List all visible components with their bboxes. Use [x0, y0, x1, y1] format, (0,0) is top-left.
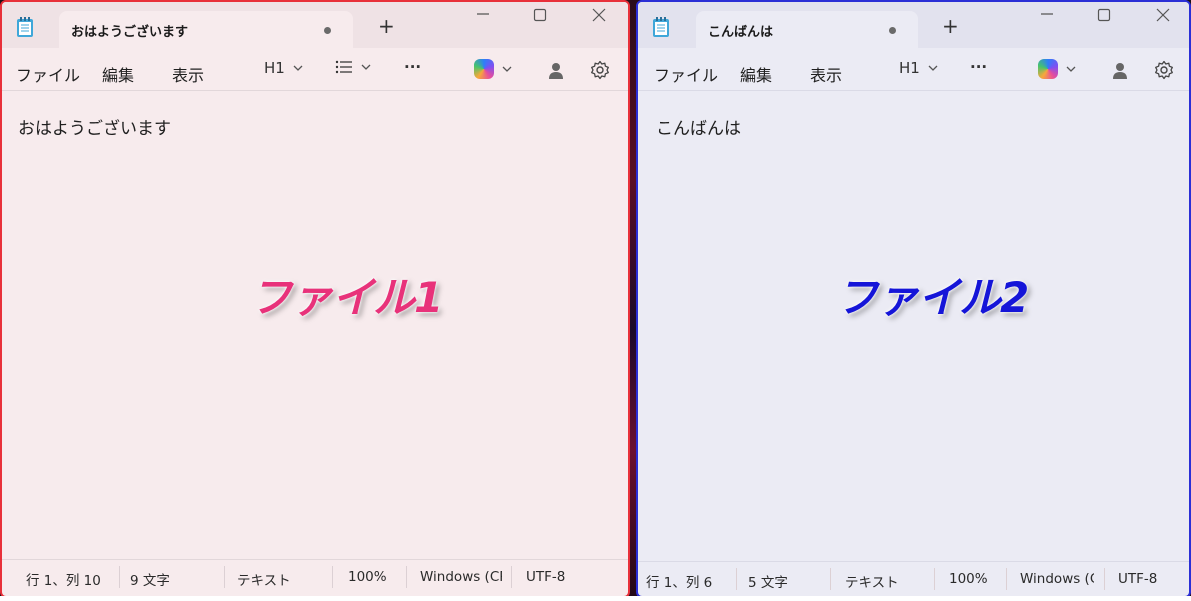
heading-dropdown[interactable]: H1 — [264, 59, 303, 77]
menu-bar: ファイル 編集 表示 H1 ··· — [638, 48, 1189, 91]
line-ending[interactable]: Windows (CR — [420, 569, 502, 585]
notepad-icon — [653, 17, 669, 37]
line-ending[interactable]: Windows (C — [1020, 571, 1094, 587]
separator — [224, 566, 225, 588]
close-button[interactable] — [1148, 6, 1178, 28]
menu-view[interactable]: 表示 — [810, 62, 842, 86]
char-count: 9 文字 — [130, 573, 170, 589]
separator — [830, 568, 831, 590]
tab-document[interactable]: こんばんは — [696, 11, 918, 48]
status-bar: 行 1、列 6 5 文字 テキスト 100% Windows (C UTF-8 — [638, 561, 1189, 596]
maximize-button[interactable] — [1089, 6, 1119, 28]
more-button[interactable]: ··· — [970, 58, 987, 76]
heading-label: H1 — [264, 59, 285, 77]
chevron-down-icon — [1066, 66, 1076, 72]
copilot-icon — [474, 59, 494, 79]
close-button[interactable] — [584, 6, 614, 28]
more-button[interactable]: ··· — [404, 58, 421, 76]
copilot-icon — [1038, 59, 1058, 79]
gear-icon[interactable] — [590, 60, 610, 80]
copilot-button[interactable] — [474, 59, 512, 79]
unsaved-dot-icon — [324, 27, 331, 34]
zoom-level[interactable]: 100% — [348, 569, 387, 585]
chevron-down-icon — [502, 66, 512, 72]
minimize-button[interactable] — [1032, 4, 1062, 26]
new-tab-button[interactable]: + — [942, 16, 959, 36]
encoding[interactable]: UTF-8 — [1118, 571, 1157, 587]
copilot-button[interactable] — [1038, 59, 1076, 79]
menu-file[interactable]: ファイル — [654, 62, 718, 86]
file-label-overlay: ファイル2 — [836, 273, 1029, 322]
separator — [511, 566, 512, 588]
title-bar: おはようございます + — [2, 2, 628, 48]
separator — [332, 566, 333, 588]
tab-document[interactable]: おはようございます — [59, 11, 353, 48]
maximize-button[interactable] — [525, 6, 555, 28]
account-icon[interactable] — [548, 62, 564, 80]
list-icon — [335, 60, 352, 74]
menu-view[interactable]: 表示 — [172, 62, 204, 86]
account-icon[interactable] — [1112, 62, 1128, 80]
minimize-button[interactable] — [468, 4, 498, 26]
heading-label: H1 — [899, 59, 920, 77]
menu-bar: ファイル 編集 表示 H1 ··· — [2, 48, 628, 91]
status-bar: 行 1、列 10 9 文字 テキスト 100% Windows (CR UTF-… — [2, 559, 628, 596]
chevron-down-icon — [361, 64, 371, 70]
unsaved-dot-icon — [889, 27, 896, 34]
text-mode[interactable]: テキスト — [845, 571, 899, 591]
text-mode[interactable]: テキスト — [237, 569, 291, 589]
text-editor[interactable]: こんばんは — [656, 114, 741, 139]
chevron-down-icon — [928, 65, 938, 71]
menu-edit[interactable]: 編集 — [740, 62, 772, 86]
notepad-window-2: こんばんは + ファイル 編集 表示 H1 ··· こんばんは ファイル2 行 … — [636, 0, 1191, 598]
separator — [406, 566, 407, 588]
menu-edit[interactable]: 編集 — [102, 62, 134, 86]
zoom-level[interactable]: 100% — [949, 571, 988, 587]
separator — [736, 568, 737, 590]
char-count: 5 文字 — [748, 575, 788, 591]
cursor-position[interactable]: 行 1、列 10 — [26, 569, 101, 589]
separator — [934, 568, 935, 590]
notepad-window-1: おはようございます + ファイル 編集 表示 H1 ··· おはようございます … — [0, 0, 630, 598]
text-editor[interactable]: おはようございます — [18, 114, 171, 139]
new-tab-button[interactable]: + — [378, 16, 395, 36]
menu-file[interactable]: ファイル — [16, 62, 80, 86]
separator — [119, 566, 120, 588]
encoding[interactable]: UTF-8 — [526, 569, 565, 585]
separator — [1006, 568, 1007, 590]
tab-title: こんばんは — [708, 25, 774, 40]
cursor-position[interactable]: 行 1、列 6 — [646, 571, 712, 591]
gear-icon[interactable] — [1154, 60, 1174, 80]
separator — [1104, 568, 1105, 590]
background-strip — [0, 596, 1191, 601]
title-bar: こんばんは + — [638, 2, 1189, 48]
chevron-down-icon — [293, 65, 303, 71]
heading-dropdown[interactable]: H1 — [899, 59, 938, 77]
list-dropdown[interactable] — [335, 60, 371, 74]
file-label-overlay: ファイル1 — [250, 273, 443, 322]
tab-title: おはようございます — [71, 25, 189, 40]
notepad-icon — [17, 17, 33, 37]
